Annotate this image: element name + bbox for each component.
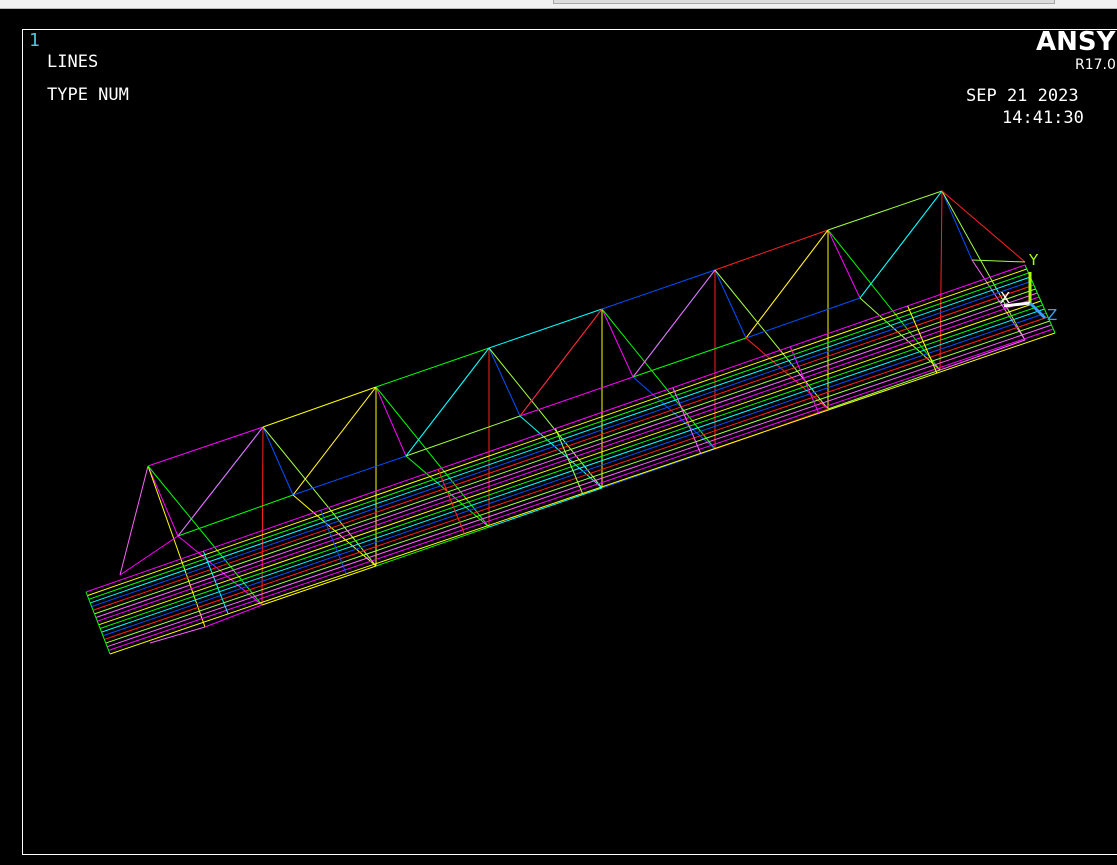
bottom-chord-line (261, 565, 377, 606)
end-line (941, 190, 1026, 263)
top-chord-line (147, 426, 264, 467)
diagonal-line (262, 426, 294, 496)
lateral-line (632, 337, 747, 378)
top-chord-line (601, 269, 716, 310)
diagonal-line (375, 386, 407, 457)
brace-line (745, 229, 829, 339)
diagonal-line (941, 190, 1026, 341)
diagonal-line (941, 190, 973, 261)
bottom-chord-line (375, 526, 490, 567)
brace-line (519, 308, 603, 417)
lateral-line (292, 455, 407, 496)
lateral-line (745, 297, 861, 339)
z-axis-label: Z (1047, 306, 1057, 324)
end-line (971, 259, 1026, 263)
top-chord-line (488, 308, 603, 349)
brace-line (632, 269, 716, 378)
top-chord-line (262, 386, 377, 428)
brace-line (859, 190, 943, 299)
bottom-chord-line (827, 369, 941, 410)
y-axis-label: Y (1028, 251, 1039, 269)
diagonal-line (488, 347, 521, 417)
x-axis-label: X (1000, 289, 1010, 307)
diagonal-line (939, 190, 943, 371)
lateral-line (519, 376, 634, 417)
truss-lines (85, 190, 1056, 655)
axis-triad: Y X Z (1000, 251, 1057, 324)
brace-line (292, 386, 377, 496)
brace-line (177, 426, 264, 537)
diagonal-line (261, 426, 264, 606)
truss-model-canvas[interactable]: Y X Z (0, 0, 1117, 865)
top-chord-line (714, 229, 829, 271)
brace-line (405, 347, 490, 457)
diagonal-line (714, 269, 747, 339)
top-chord-line (375, 347, 490, 388)
diagonal-line (147, 465, 206, 628)
top-chord-line (827, 190, 943, 231)
lateral-line (405, 415, 521, 457)
diagonal-line (147, 465, 179, 537)
diagonal-line (601, 308, 634, 378)
